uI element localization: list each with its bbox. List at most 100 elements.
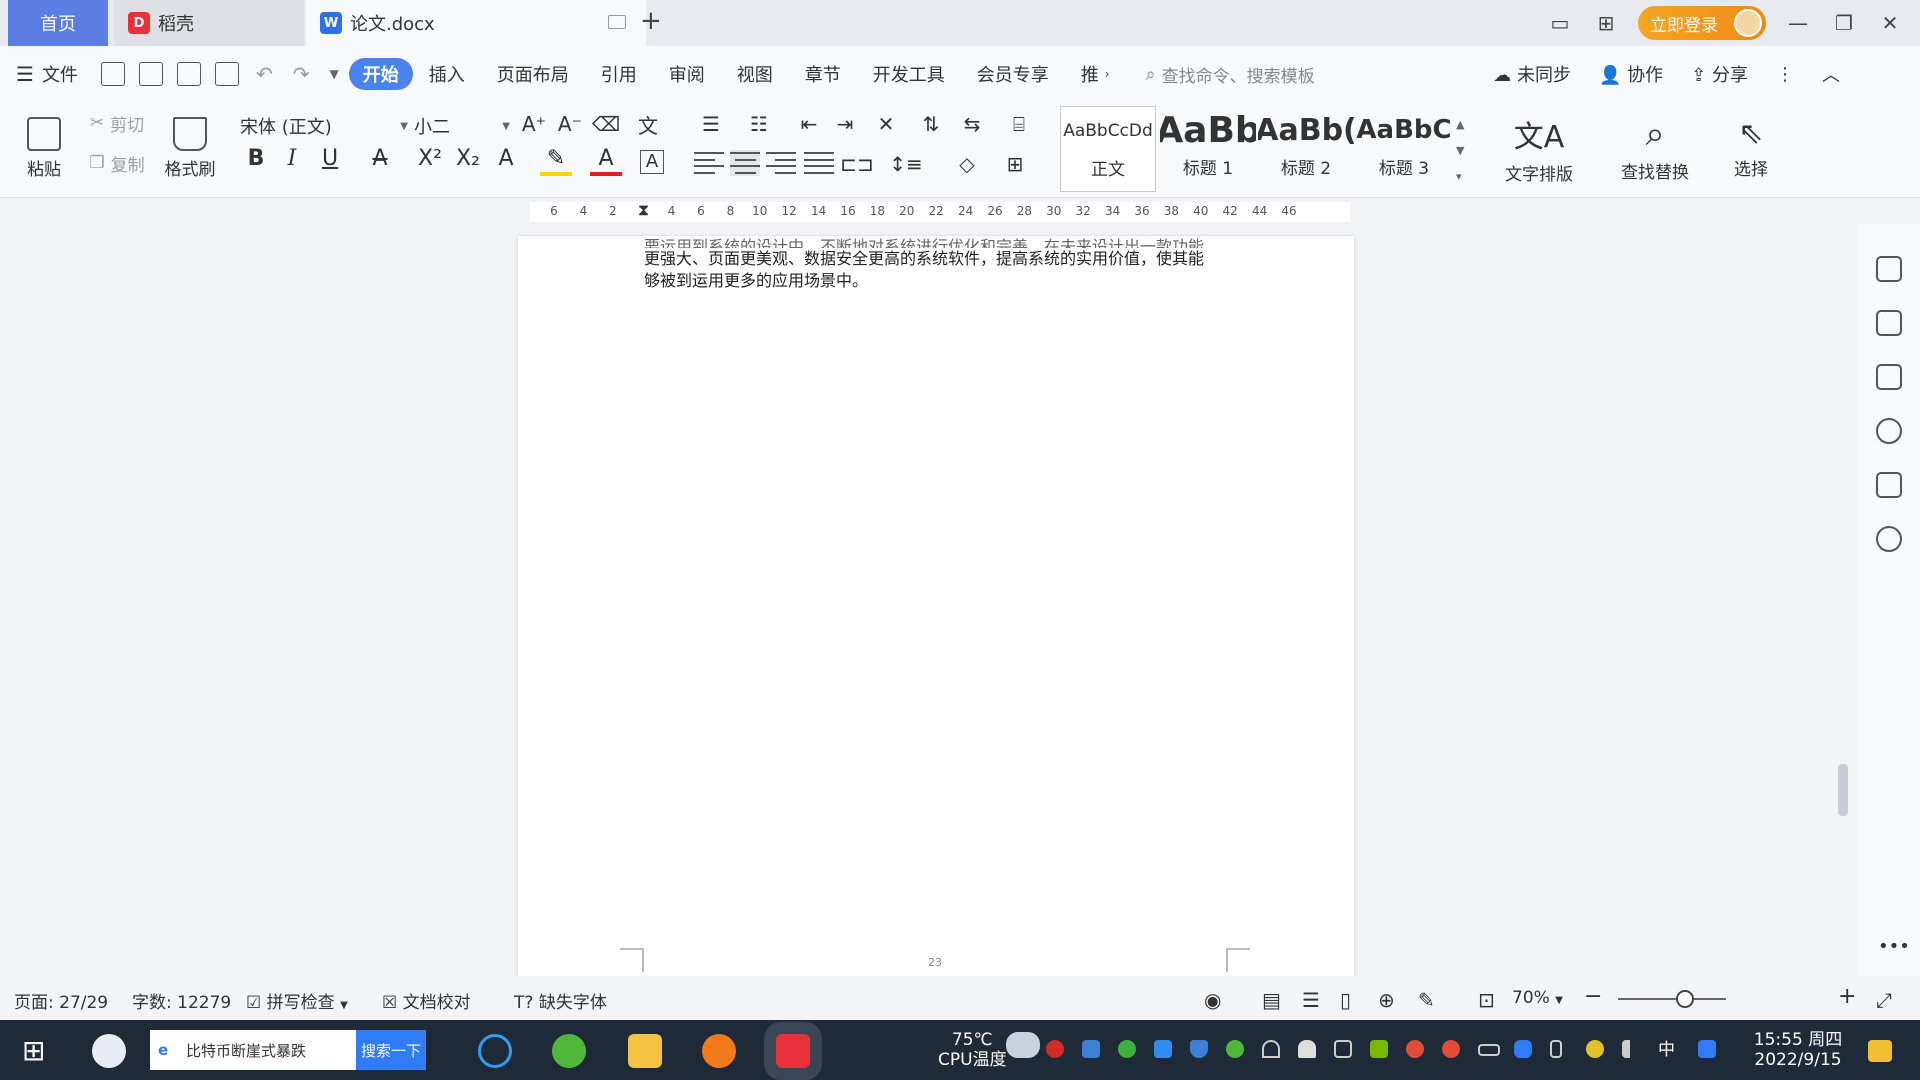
fullscreen-icon[interactable]: ⤢ (1876, 988, 1892, 1012)
export-icon[interactable] (138, 62, 163, 86)
zoom-select[interactable]: 70% ▼ (1512, 988, 1563, 1008)
sort-icon[interactable]: ⇅ (916, 110, 946, 138)
menu-tab-member[interactable]: 会员专享 (961, 58, 1065, 90)
nvidia-icon[interactable] (1370, 1040, 1388, 1058)
decrease-indent-icon[interactable]: ⇤ (794, 110, 824, 138)
redo-icon[interactable]: ↷ (293, 62, 310, 86)
notification-bell-icon[interactable] (1298, 1040, 1316, 1058)
tray-app-icon-4[interactable] (1226, 1040, 1244, 1058)
page-view-icon[interactable]: ▤ (1262, 988, 1281, 1012)
vertical-scrollbar[interactable] (1834, 204, 1852, 974)
font-family-select[interactable]: 宋体 (正文) ▼ (240, 112, 408, 140)
wechat-icon[interactable] (1118, 1040, 1136, 1058)
document-page[interactable]: 要运用到系统的设计中，不断地对系统进行优化和完善，在未来设计出一款功能 更强大、… (518, 236, 1354, 976)
numbered-list-icon[interactable]: ☷ (742, 110, 776, 138)
backup-icon[interactable] (1876, 472, 1902, 498)
text-direction-icon[interactable]: ⇆ (954, 110, 990, 138)
phonetic-guide-icon[interactable]: 文 (628, 110, 668, 138)
location-icon[interactable] (1876, 526, 1902, 552)
bold-icon[interactable]: B (240, 146, 272, 171)
show-marks-icon[interactable]: ⌸ (1002, 110, 1036, 138)
text-effect-icon[interactable]: A (490, 146, 522, 171)
action-center-icon[interactable] (1868, 1040, 1892, 1062)
tab-daoke[interactable]: D 稻壳 (114, 0, 304, 46)
menu-tab-references[interactable]: 引用 (585, 58, 653, 90)
usb-icon[interactable] (1550, 1040, 1562, 1058)
menu-tab-insert[interactable]: 插入 (413, 58, 481, 90)
subscript-icon[interactable]: X₂ (452, 146, 484, 171)
zoom-in-button[interactable]: + (1838, 984, 1856, 1009)
windows-start-icon[interactable]: ⊞ (22, 1034, 45, 1067)
style-heading-2[interactable]: AaBb( 标题 2 (1258, 106, 1354, 192)
tray-app-icon-6[interactable] (1442, 1040, 1460, 1058)
taskbar-search-input[interactable]: e 比特币断崖式暴跌 (150, 1030, 356, 1070)
share-button[interactable]: ⇪ 分享 (1691, 61, 1748, 87)
outline-view-icon[interactable]: ☰ (1302, 988, 1320, 1012)
cut-button[interactable]: ✂ 剪切 (82, 110, 152, 136)
increase-indent-icon[interactable]: ⇥ (830, 110, 860, 138)
shield-icon[interactable] (1190, 1040, 1208, 1058)
distributed-icon[interactable]: ⊏⊐ (840, 150, 874, 178)
command-search[interactable]: ⌕ 查找命令、搜索模板 (1146, 62, 1315, 87)
wifi-icon[interactable] (1262, 1040, 1280, 1058)
save-icon[interactable] (100, 62, 125, 86)
align-center-icon[interactable] (730, 150, 760, 176)
find-replace-button[interactable]: ⌕ 查找替换 (1610, 106, 1700, 190)
style-normal[interactable]: AaBbCcDd 正文 (1060, 106, 1156, 192)
more-vertical-icon[interactable]: ⋮ (1776, 64, 1794, 85)
cpu-temperature[interactable]: 75℃ CPU温度 (938, 1030, 1007, 1070)
font-color-icon[interactable]: A (590, 146, 622, 176)
screenshot-icon[interactable] (1334, 1040, 1352, 1058)
tab-document[interactable]: W 论文.docx (306, 0, 646, 46)
justify-icon[interactable] (804, 150, 834, 176)
proofread-button[interactable]: ☒ 文档校对 (382, 988, 471, 1013)
sync-button[interactable]: ☁ 未同步 (1493, 61, 1571, 87)
menu-tab-chapter[interactable]: 章节 (789, 58, 857, 90)
styles-scroll-icon[interactable]: ▲ ▼ ▾ (1456, 112, 1464, 190)
ime-indicator[interactable]: 中 (1658, 1040, 1675, 1060)
collapse-ribbon-icon[interactable]: ︿ (1822, 61, 1840, 87)
undo-icon[interactable]: ↶ (256, 62, 273, 86)
chinese-layout-icon[interactable]: ✕ (866, 110, 906, 138)
write-view-icon[interactable]: ✎ (1418, 988, 1435, 1012)
apps-grid-icon[interactable]: ⊞ (1592, 11, 1620, 35)
spell-check-button[interactable]: ☑ 拼写检查 ▼ (246, 988, 348, 1013)
tray-app-icon-5[interactable] (1406, 1040, 1424, 1058)
select-button[interactable]: ⇖ 选择 (1716, 106, 1786, 190)
pinwheel-app-icon[interactable] (92, 1034, 126, 1068)
file-explorer-icon[interactable] (628, 1034, 662, 1068)
minimize-icon[interactable]: — (1784, 11, 1812, 35)
strikethrough-icon[interactable]: A (364, 146, 396, 171)
scrollbar-thumb[interactable] (1838, 764, 1848, 816)
paste-button[interactable]: 粘贴 (16, 108, 72, 188)
menu-tab-view[interactable]: 视图 (721, 58, 789, 90)
tray-app-icon-7[interactable] (1586, 1040, 1604, 1058)
close-icon[interactable]: ✕ (1876, 11, 1904, 35)
collab-button[interactable]: 👤 协作 (1599, 61, 1663, 87)
eye-protection-icon[interactable]: ◉ (1204, 988, 1221, 1012)
help-icon[interactable] (1876, 418, 1902, 444)
login-button[interactable]: 立即登录 (1638, 6, 1766, 40)
zoom-slider[interactable] (1618, 998, 1726, 1000)
ie-browser-icon[interactable] (478, 1034, 512, 1068)
pen-edit-icon[interactable] (1876, 256, 1902, 282)
menu-tab-page-layout[interactable]: 页面布局 (481, 58, 585, 90)
shading-icon[interactable]: ◇ (950, 150, 984, 178)
tray-app-icon-2[interactable] (1082, 1040, 1100, 1058)
underline-icon[interactable]: U (314, 146, 346, 171)
menu-tab-dev-tools[interactable]: 开发工具 (857, 58, 961, 90)
taskbar-search-button[interactable]: 搜索一下 (356, 1030, 426, 1070)
game-app-icon[interactable] (702, 1034, 736, 1068)
text-layout-button[interactable]: 文A 文字排版 (1494, 106, 1584, 190)
indent-marker-icon[interactable]: ⧗ (638, 200, 649, 220)
copy-button[interactable]: ❐ 复制 (82, 150, 152, 176)
zoom-slider-handle[interactable] (1676, 990, 1694, 1008)
reading-view-icon[interactable]: ▯ (1340, 988, 1351, 1012)
customize-chevron-icon[interactable]: ▼ (329, 67, 338, 81)
character-border-icon[interactable]: A (640, 150, 664, 174)
missing-font-button[interactable]: T? 缺失字体 (514, 988, 607, 1013)
tab-home[interactable]: 首页 (8, 0, 108, 46)
layout-icon[interactable]: ▭ (1546, 11, 1574, 35)
print-preview-icon[interactable] (214, 62, 239, 86)
clear-format-icon[interactable]: ⌫ (592, 110, 620, 138)
